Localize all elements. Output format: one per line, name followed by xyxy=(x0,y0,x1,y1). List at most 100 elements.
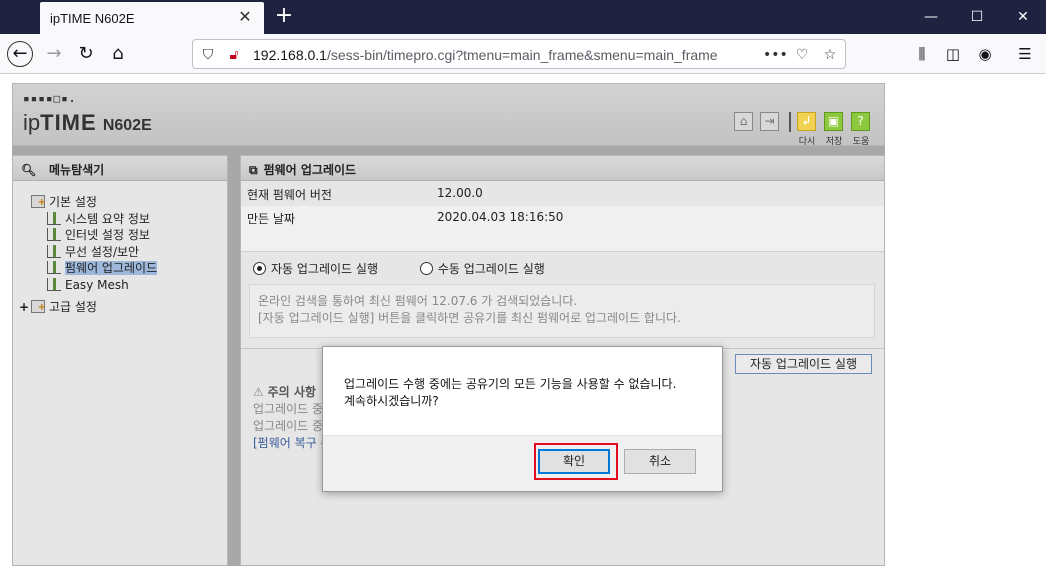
dialog-message-line: 업그레이드 수행 중에는 공유기의 모든 기능을 사용할 수 없습니다. xyxy=(344,377,677,391)
info-value: 12.00.0 xyxy=(437,186,483,200)
library-icon[interactable]: ⫼ xyxy=(910,42,934,66)
tree-item-basic-settings[interactable]: 기본 설정 xyxy=(13,194,227,211)
cancel-button[interactable]: 취소 xyxy=(624,449,696,474)
menu-explorer-title: 메뉴탐색기 xyxy=(49,163,105,177)
tree-item-firmware-upgrade[interactable]: 펌웨어 업그레이드 xyxy=(13,260,227,277)
radio-manual-label: 수동 업그레이드 실행 xyxy=(437,262,545,276)
page-icon xyxy=(47,211,61,225)
ok-button[interactable]: 확인 xyxy=(538,449,610,474)
router-admin: ▪▪▪▪□▪. ipTIME N602E ⌂ ⇥ ↲ 다시 ▣ 저장 ? 도움 … xyxy=(12,83,885,566)
logo-dots: ▪▪▪▪□▪. xyxy=(23,92,77,105)
info-key: 현재 펌웨어 버전 xyxy=(247,188,332,202)
radio-auto-upgrade[interactable]: 자동 업그레이드 실행 xyxy=(253,262,378,276)
close-window-icon[interactable]: ✕ xyxy=(1000,0,1046,34)
url-text[interactable]: 192.168.0.1/sess-bin/timepro.cgi?tmenu=m… xyxy=(253,47,718,63)
confirm-dialog: 업그레이드 수행 중에는 공유기의 모든 기능을 사용할 수 없습니다. 계속하… xyxy=(322,346,723,492)
radio-selected-icon[interactable] xyxy=(253,262,266,275)
back-label: 다시 xyxy=(798,137,816,147)
browser-titlebar: ipTIME N602E ✕ + — ☐ ✕ xyxy=(0,0,1046,34)
logo-time: TIME xyxy=(40,110,97,135)
page-icon xyxy=(47,261,61,274)
caution-line: 업그레이드 중 xyxy=(253,402,324,416)
menu-explorer: 🔍︎ 메뉴탐색기 기본 설정 시스템 요약 정보 인터넷 설정 정보 무선 설정/… xyxy=(12,155,228,566)
expand-icon[interactable]: + xyxy=(19,299,31,315)
reload-icon[interactable]: ↻ xyxy=(72,40,100,68)
pocket-icon[interactable]: ♡ xyxy=(793,46,811,64)
info-value: 2020.04.03 18:16:50 xyxy=(437,210,564,224)
firmware-recovery-link[interactable]: [펌웨어 복구 수 xyxy=(253,435,332,452)
page-actions-icon[interactable]: ••• xyxy=(763,46,788,64)
url-path: /sess-bin/timepro.cgi?tmenu=main_frame&s… xyxy=(326,47,718,63)
panel-header: ⧉ 펌웨어 업그레이드 xyxy=(241,156,884,181)
radio-unselected-icon[interactable] xyxy=(419,262,433,275)
menu-icon[interactable]: ☰ xyxy=(1013,42,1037,66)
info-row-date: 만든 날짜 2020.04.03 18:16:50 xyxy=(241,206,884,230)
page-icon xyxy=(47,244,61,258)
logo-ip: ip xyxy=(23,110,41,135)
tree-item-wireless-security[interactable]: 무선 설정/보안 xyxy=(13,244,227,261)
tree-item-label: Easy Mesh xyxy=(65,277,129,292)
radio-manual-upgrade[interactable]: 수동 업그레이드 실행 xyxy=(419,262,545,276)
account-icon[interactable]: ◉ xyxy=(973,42,997,66)
folder-icon xyxy=(31,195,46,211)
auto-upgrade-button[interactable]: 자동 업그레이드 실행 xyxy=(735,354,872,374)
caution-line: 업그레이드 중 xyxy=(253,419,324,433)
upgrade-mode-radios: 자동 업그레이드 실행 수동 업그레이드 실행 xyxy=(253,260,545,277)
minimize-icon[interactable]: — xyxy=(908,0,954,34)
tree-item-system-summary[interactable]: 시스템 요약 정보 xyxy=(13,211,227,228)
logout-icon[interactable]: ⇥ xyxy=(760,112,779,131)
tree-item-advanced-settings[interactable]: + 고급 설정 xyxy=(13,299,227,316)
page-content: ▪▪▪▪□▪. ipTIME N602E ⌂ ⇥ ↲ 다시 ▣ 저장 ? 도움 … xyxy=(0,75,1046,566)
panel-title: 펌웨어 업그레이드 xyxy=(263,163,357,177)
save-label: 저장 xyxy=(825,137,843,147)
menu-explorer-header: 🔍︎ 메뉴탐색기 xyxy=(13,156,227,181)
tree-item-easy-mesh[interactable]: Easy Mesh xyxy=(13,277,227,294)
warning-icon: ⚠ xyxy=(253,385,264,399)
tree-item-internet-settings[interactable]: 인터넷 설정 정보 xyxy=(13,227,227,244)
back-arrow-icon[interactable]: ← xyxy=(7,41,33,67)
tree-item-label: 시스템 요약 정보 xyxy=(65,211,150,226)
dialog-footer: 확인 취소 xyxy=(323,435,722,491)
info-key: 만든 날짜 xyxy=(247,212,295,226)
sidebar-icon[interactable]: ◫ xyxy=(941,42,965,66)
header-separator xyxy=(789,112,791,132)
dialog-message: 업그레이드 수행 중에는 공유기의 모든 기능을 사용할 수 없습니다. 계속하… xyxy=(344,376,676,410)
close-tab-icon[interactable]: ✕ xyxy=(236,8,254,26)
caution-title: 주의 사항 xyxy=(267,385,316,399)
dialog-message-line: 계속하시겠습니까? xyxy=(344,394,439,408)
tree-item-label: 펌웨어 업그레이드 xyxy=(65,261,158,275)
new-tab-icon[interactable]: + xyxy=(272,4,296,28)
tree-item-label: 기본 설정 xyxy=(49,195,97,209)
folder-icon xyxy=(31,300,46,316)
url-bar[interactable]: ⛉ 🔓︎ 192.168.0.1/sess-bin/timepro.cgi?tm… xyxy=(192,39,846,69)
home-icon[interactable]: ⌂ xyxy=(104,40,132,68)
insecure-lock-icon[interactable]: 🔓︎ xyxy=(225,46,243,64)
tab-title: ipTIME N602E xyxy=(50,11,135,26)
save-icon[interactable]: ▣ xyxy=(824,112,843,131)
browser-tab[interactable]: ipTIME N602E ✕ xyxy=(40,2,264,34)
url-host: 192.168.0.1 xyxy=(253,47,327,63)
info-row-version: 현재 펌웨어 버전 12.00.0 xyxy=(241,182,884,206)
page-icon xyxy=(47,228,61,241)
page-icon xyxy=(47,277,61,291)
help-label: 도움 xyxy=(852,137,870,147)
notice-line: [자동 업그레이드 실행] 버튼을 클릭하면 공유기를 최신 펌웨어로 업그레이… xyxy=(258,311,681,325)
forward-arrow-icon[interactable]: → xyxy=(40,40,68,68)
caution-section: ⚠ 주의 사항 업그레이드 중 업그레이드 중 [펌웨어 복구 수 xyxy=(253,384,332,452)
online-search-notice: 온라인 검색을 통하여 최신 펌웨어 12.07.6 가 검색되었습니다. [자… xyxy=(249,284,875,338)
router-header: ▪▪▪▪□▪. ipTIME N602E ⌂ ⇥ ↲ 다시 ▣ 저장 ? 도움 xyxy=(12,83,885,147)
bookmark-star-icon[interactable]: ☆ xyxy=(821,46,839,64)
browser-toolbar: ← → ↻ ⌂ ⛉ 🔓︎ 192.168.0.1/sess-bin/timepr… xyxy=(0,34,1046,74)
radio-auto-label: 자동 업그레이드 실행 xyxy=(271,262,378,276)
logo-model: N602E xyxy=(102,117,152,134)
maximize-icon[interactable]: ☐ xyxy=(954,0,1000,34)
home-icon[interactable]: ⌂ xyxy=(734,112,753,131)
shield-icon[interactable]: ⛉ xyxy=(199,46,217,64)
magnifier-icon: 🔍︎ xyxy=(21,163,37,177)
router-logo: ipTIME N602E xyxy=(23,110,152,136)
menu-tree: 기본 설정 시스템 요약 정보 인터넷 설정 정보 무선 설정/보안 펌웨어 업… xyxy=(13,194,227,316)
help-icon[interactable]: ? xyxy=(851,112,870,131)
back-icon[interactable]: ↲ xyxy=(797,112,816,131)
info-row-blank xyxy=(241,230,884,252)
tree-item-label: 무선 설정/보안 xyxy=(65,244,140,259)
